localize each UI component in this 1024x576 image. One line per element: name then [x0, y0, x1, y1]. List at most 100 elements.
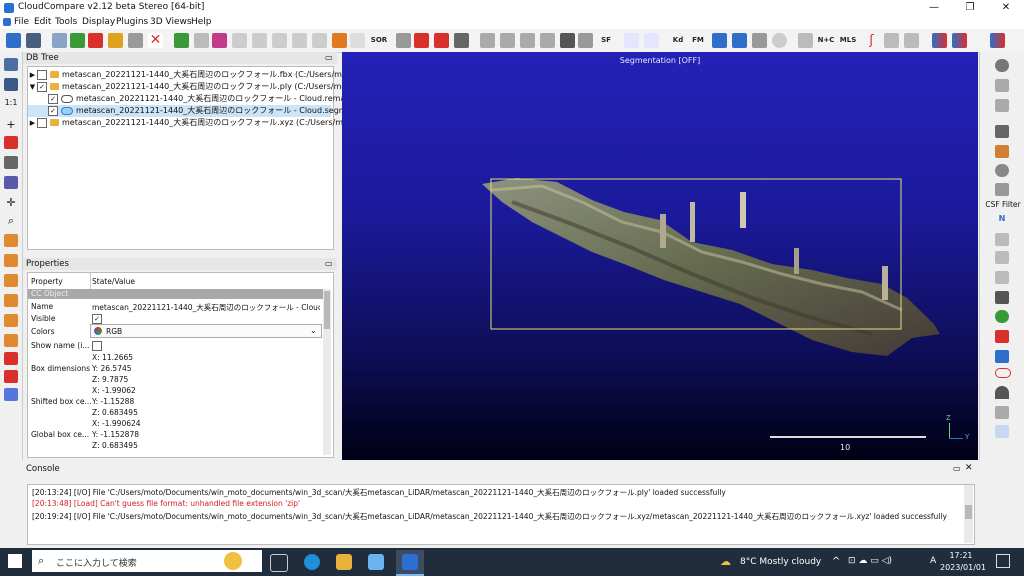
plugin-icon-c[interactable] [995, 99, 1009, 112]
csf-filter-label[interactable]: CSF Filter [983, 200, 1023, 209]
histogram-icon-a[interactable] [932, 33, 947, 48]
tool-icon-p[interactable] [578, 33, 593, 48]
checkbox[interactable]: ✓ [48, 93, 58, 104]
close-icon[interactable]: ✕ [965, 463, 973, 473]
open-icon[interactable] [6, 33, 21, 48]
view-top-icon[interactable] [4, 254, 18, 267]
chevron-up-icon[interactable]: ^ [832, 556, 840, 567]
tool-icon-t[interactable] [798, 33, 813, 48]
tool-icon-c[interactable] [272, 33, 287, 48]
3d-viewport[interactable]: Segmentation [OFF] 10 Z Y [342, 52, 978, 460]
plugin-icon-m[interactable] [995, 425, 1009, 438]
delete-icon[interactable]: ✕ [148, 33, 163, 48]
plugin-icon-l[interactable] [995, 406, 1009, 419]
view-left-icon[interactable] [4, 274, 18, 287]
sf-icon[interactable] [212, 33, 227, 48]
perspective-icon[interactable] [4, 156, 18, 169]
edge-icon[interactable] [304, 554, 320, 570]
checkbox[interactable] [37, 69, 47, 80]
checkbox[interactable]: ✓ [37, 81, 47, 92]
clock-time[interactable]: 17:21 [940, 551, 982, 560]
classify-icon-b[interactable] [644, 33, 659, 48]
plugin-icon-f[interactable] [995, 251, 1009, 264]
tool-icon-k[interactable] [454, 33, 469, 48]
scale-icon[interactable]: 1:1 [4, 98, 18, 111]
plugin-icon-j[interactable] [995, 330, 1009, 343]
notification-icon[interactable] [996, 554, 1010, 568]
tool-icon-d[interactable] [292, 33, 307, 48]
tree-item[interactable]: ✓ metascan_20221121-1440_大奚石周辺のロックフォール - … [28, 93, 365, 105]
ellipse-icon[interactable] [995, 368, 1011, 378]
console-scrollbar[interactable] [964, 485, 973, 543]
scrollbar[interactable] [323, 289, 331, 455]
weather-text[interactable]: 8°C Mostly cloudy [740, 557, 821, 567]
n-label[interactable]: N [995, 214, 1009, 223]
compass-icon[interactable] [995, 164, 1009, 177]
view-bottom-icon[interactable] [4, 334, 18, 347]
maximize-button[interactable]: ❐ [952, 0, 988, 16]
mls-button[interactable]: MLS [838, 33, 858, 48]
classify-icon-a[interactable] [624, 33, 639, 48]
menu-tools[interactable]: Tools [55, 17, 77, 27]
histogram-icon-b[interactable] [952, 33, 967, 48]
menu-edit[interactable]: Edit [34, 17, 51, 27]
tool-icon-o[interactable] [540, 33, 555, 48]
tool-icon-f[interactable] [332, 33, 347, 48]
merge-icon[interactable] [70, 33, 85, 48]
nc-button[interactable]: N+C [816, 33, 836, 48]
save-icon[interactable] [26, 33, 41, 48]
menu-help[interactable]: Help [191, 17, 212, 27]
explorer-icon[interactable] [336, 554, 352, 570]
plugin-icon-h[interactable] [995, 291, 1009, 304]
tool-icon-u[interactable]: ʃ [864, 33, 879, 48]
tool-icon-n[interactable] [520, 33, 535, 48]
tool-icon-w[interactable] [904, 33, 919, 48]
tool-icon-r[interactable] [732, 33, 747, 48]
checkbox[interactable] [37, 117, 47, 128]
view-right-icon[interactable] [4, 314, 18, 327]
tool-icon-s[interactable] [752, 33, 767, 48]
color-icon[interactable] [174, 33, 189, 48]
windows-start-icon[interactable] [8, 554, 22, 568]
dock-icon[interactable]: ▭ [325, 259, 333, 268]
menu-plugins[interactable]: Plugins [116, 17, 148, 27]
menu-file[interactable]: File [14, 17, 29, 27]
showname-checkbox[interactable] [92, 341, 105, 352]
tree-item[interactable]: ▶ metascan_20221121-1440_大奚石周辺のロックフォール.fb… [28, 69, 365, 81]
back-view-icon[interactable] [4, 370, 18, 383]
expand-icon[interactable]: ▶ [28, 117, 37, 129]
collapse-icon[interactable]: ▼ [28, 81, 37, 93]
tool-icon-q[interactable] [712, 33, 727, 48]
dock-icon[interactable]: ▭ [953, 464, 961, 473]
search-highlight-icon[interactable] [224, 552, 242, 570]
plugin-icon-b[interactable] [995, 79, 1009, 92]
tool-icon-i[interactable] [414, 33, 429, 48]
checkbox[interactable]: ✓ [48, 105, 58, 116]
dock-icon[interactable]: ▭ [325, 53, 333, 62]
plugin-icon-k[interactable] [995, 350, 1009, 363]
move-icon[interactable]: ✛ [4, 196, 18, 209]
store-icon[interactable] [368, 554, 384, 570]
sor-button[interactable]: SOR [369, 33, 389, 48]
menu-display[interactable]: Display [82, 17, 115, 27]
level-icon[interactable] [4, 136, 18, 149]
sphere-icon[interactable] [772, 33, 787, 48]
scrollbar-thumb[interactable] [324, 291, 330, 329]
tree-item-selected[interactable]: ✓ metascan_20221121-1440_大奚石周辺のロックフォール - … [28, 105, 370, 117]
crop-icon[interactable] [128, 33, 143, 48]
fm-button[interactable]: FM [690, 33, 706, 48]
colors-select[interactable]: RGB ⌄ [90, 324, 322, 338]
cloudcompare-taskbar-button[interactable] [396, 550, 424, 576]
subsample-icon[interactable] [108, 33, 123, 48]
plugin-icon-g[interactable] [995, 271, 1009, 284]
task-view-icon[interactable] [270, 554, 288, 572]
clone-icon[interactable] [52, 33, 67, 48]
normals-icon[interactable] [194, 33, 209, 48]
clock-date[interactable]: 2023/01/01 [940, 563, 986, 572]
view-icon[interactable] [4, 58, 18, 71]
prop-name-value[interactable]: metascan_20221121-1440_大奚石周辺のロックフォール - C… [92, 302, 320, 313]
zoom-icon[interactable]: ⌕ [4, 214, 18, 227]
tool-icon-b[interactable] [252, 33, 267, 48]
ime-indicator[interactable]: A [930, 556, 936, 566]
search-box[interactable]: ⌕ ここに入力して検索 [32, 550, 262, 572]
